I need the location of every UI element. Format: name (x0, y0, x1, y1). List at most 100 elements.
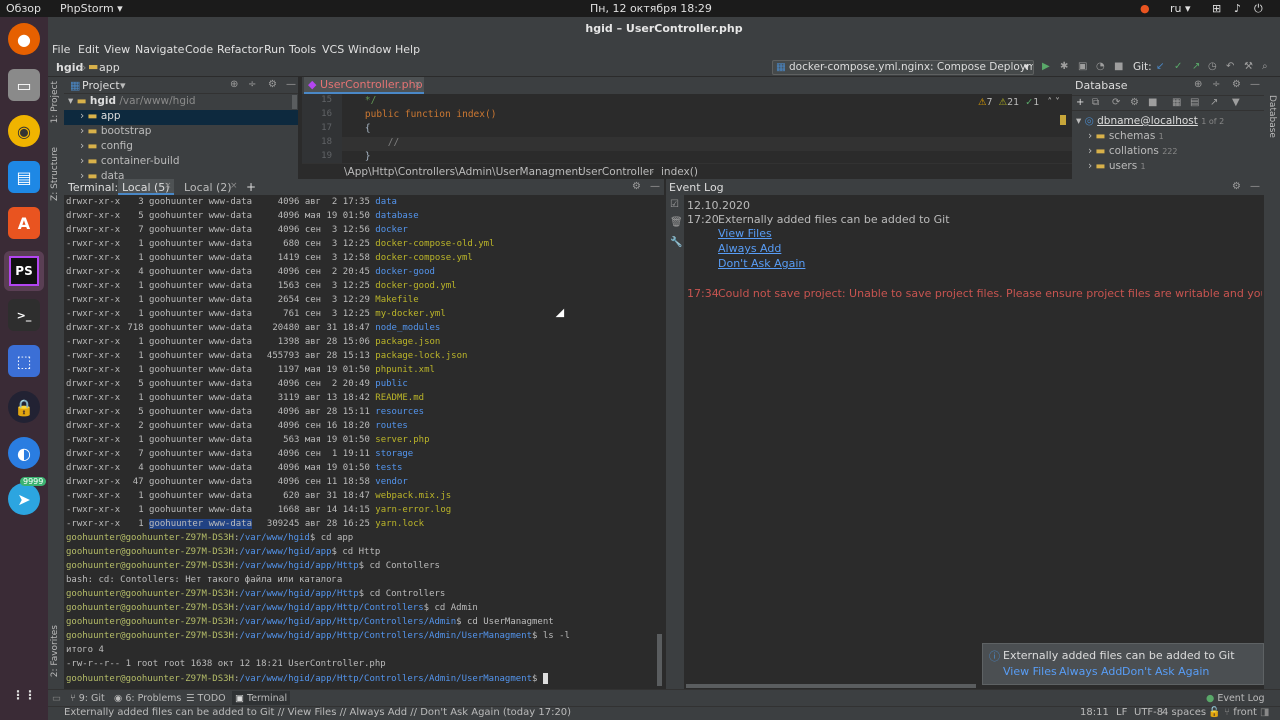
terminal-tool-button[interactable]: ▣ Terminal (232, 691, 291, 705)
tree-item-container-build[interactable]: › ▬ container-build (80, 155, 180, 170)
chrome-indicator-icon[interactable]: ● (1140, 2, 1150, 15)
database-tool-tab[interactable]: Database (1267, 95, 1277, 138)
breadcrumb-method[interactable]: index() (661, 166, 698, 178)
collapse-icon[interactable]: ÷ (1212, 79, 1220, 90)
run-configuration-select[interactable]: ▦ docker-compose.yml.nginx: Compose Depl… (772, 60, 1034, 75)
mark-read-icon[interactable]: ☑ (670, 199, 679, 210)
rhythmbox-icon[interactable]: ◉ (8, 115, 40, 147)
sidebar-toggle-icon[interactable]: ▭ (52, 693, 61, 704)
db-node-users[interactable]: › ▬ users 1 (1088, 160, 1146, 175)
debug-icon[interactable]: ✱ (1060, 61, 1068, 72)
always-add-link[interactable]: Always Add (718, 242, 781, 255)
project-scrollbar[interactable] (292, 95, 297, 109)
problems-tool-button[interactable]: ◉ 6: Problems (114, 693, 181, 704)
nav-crumb-project[interactable]: hgid (56, 61, 83, 74)
menu-window[interactable]: Window (348, 43, 391, 56)
gear-icon[interactable]: ⚙ (632, 181, 641, 192)
git-history-icon[interactable]: ◷ (1208, 61, 1217, 72)
git-update-icon[interactable]: ↙ (1156, 61, 1164, 72)
phpstorm-dock-item[interactable]: PS (4, 251, 44, 291)
close-icon[interactable]: × (164, 181, 172, 191)
clock[interactable]: Пн, 12 октября 18:29 (590, 2, 712, 15)
scroll-marker[interactable] (1060, 115, 1066, 125)
todo-tool-button[interactable]: ☰ TODO (186, 693, 226, 704)
status-message[interactable]: Externally added files can be added to G… (64, 707, 571, 718)
dont-ask-again-link[interactable]: Don't Ask Again (718, 257, 805, 270)
indent-setting[interactable]: 4 spaces (1162, 707, 1206, 718)
stop-icon[interactable]: ■ (1114, 61, 1123, 72)
hide-icon[interactable]: — (1250, 79, 1260, 90)
wrench-icon[interactable]: 🔧 (670, 237, 682, 248)
tree-item-bootstrap[interactable]: › ▬ bootstrap (80, 125, 151, 140)
volume-icon[interactable]: ♪ (1234, 2, 1241, 15)
apps-grid-icon[interactable]: ⋮⋮ (8, 679, 40, 711)
menu-refactor[interactable]: Refactor (217, 43, 263, 56)
git-push-icon[interactable]: ↗ (1192, 61, 1200, 72)
code-line[interactable]: public function index() (342, 109, 497, 123)
terminal-tab-local-2[interactable]: Local (2) (184, 181, 232, 194)
software-icon[interactable]: A (8, 207, 40, 239)
screenshot-icon[interactable]: ⬚ (8, 345, 40, 377)
terminal-icon[interactable]: >_ (8, 299, 40, 331)
terminal-scrollbar[interactable] (657, 634, 662, 686)
menu-navigate[interactable]: Navigate (135, 43, 184, 56)
chevron-down-icon[interactable]: ˅ (1055, 97, 1060, 108)
locate-icon[interactable]: ⊕ (230, 79, 238, 90)
add-icon[interactable]: + (1076, 97, 1084, 108)
git-rollback-icon[interactable]: ↶ (1226, 61, 1234, 72)
vpn-lock-icon[interactable]: 🔒 (8, 391, 40, 423)
code-line[interactable]: */ (342, 95, 376, 109)
caret-position[interactable]: 18:11 (1080, 707, 1109, 718)
locate-icon[interactable]: ⊕ (1194, 79, 1202, 90)
code-line-current[interactable]: // (342, 137, 1072, 151)
close-icon[interactable]: × (230, 181, 238, 191)
project-tool-tab[interactable]: 1: Project (50, 81, 60, 123)
git-tool-button[interactable]: ⑂ 9: Git (70, 693, 105, 704)
file-encoding[interactable]: UTF-8 (1134, 707, 1163, 718)
gear-icon[interactable]: ⚙ (268, 79, 277, 90)
notification-view-files[interactable]: View Files (1003, 665, 1057, 678)
new-tab-icon[interactable]: + (246, 180, 256, 194)
collapse-icon[interactable]: ÷ (248, 79, 256, 90)
tree-root[interactable]: ▾ ▬ hgid /var/www/hgid (68, 95, 196, 110)
menu-code[interactable]: Code (185, 43, 213, 56)
menu-vcs[interactable]: VCS (322, 43, 344, 56)
notification-balloon[interactable]: ⓘ Externally added files can be added to… (982, 643, 1264, 685)
code-line[interactable]: { (342, 123, 371, 137)
inspection-widget[interactable]: ⚠7 ⚠21 ✓1 ˄ ˅ (978, 97, 1060, 108)
notification-dont-ask-again[interactable]: Don't Ask Again (1122, 665, 1209, 678)
terminal-output[interactable]: drwxr-xr-x 3 goohuunter www-data 4096 ав… (64, 195, 656, 689)
hide-icon[interactable]: — (286, 79, 296, 90)
coverage-icon[interactable]: ▣ (1078, 61, 1087, 72)
app-menu[interactable]: PhpStorm ▾ (60, 2, 123, 15)
menu-tools[interactable]: Tools (289, 43, 316, 56)
view-files-link[interactable]: View Files (718, 227, 772, 240)
run-icon[interactable]: ▶ (1042, 61, 1050, 72)
language-indicator[interactable]: ru ▾ (1170, 2, 1191, 15)
tree-item-app[interactable]: › ▬ app (64, 110, 298, 125)
project-view-select[interactable]: Project (82, 79, 120, 92)
gear-icon[interactable]: ⚙ (1232, 79, 1241, 90)
menu-help[interactable]: Help (395, 43, 420, 56)
chevron-up-icon[interactable]: ˄ (1047, 97, 1052, 108)
copy-icon[interactable]: ⧉ (1092, 97, 1099, 108)
telegram-icon[interactable]: ➤ (8, 483, 40, 515)
browser-icon[interactable]: ◐ (8, 437, 40, 469)
gear-icon[interactable]: ⚙ (1232, 181, 1241, 192)
favorites-tool-tab[interactable]: 2: Favorites (50, 625, 60, 677)
profile-icon[interactable]: ◔ (1096, 61, 1105, 72)
breadcrumb-class[interactable]: UserController (578, 166, 654, 178)
writer-icon[interactable]: ▤ (8, 161, 40, 193)
firefox-icon[interactable]: ● (8, 23, 40, 55)
menu-file[interactable]: File (52, 43, 70, 56)
filter-icon[interactable]: ▼ (1232, 97, 1240, 108)
stop-icon[interactable]: ■ (1148, 97, 1157, 108)
menu-run[interactable]: Run (264, 43, 285, 56)
files-icon[interactable]: ▭ (8, 69, 40, 101)
lock-icon[interactable]: 🔓 (1208, 707, 1220, 718)
hide-icon[interactable]: — (650, 181, 660, 192)
tree-item-config[interactable]: › ▬ config (80, 140, 133, 155)
notification-always-add[interactable]: Always Add (1059, 665, 1122, 678)
menu-edit[interactable]: Edit (78, 43, 99, 56)
power-icon[interactable]: ⏻ (1254, 2, 1263, 16)
